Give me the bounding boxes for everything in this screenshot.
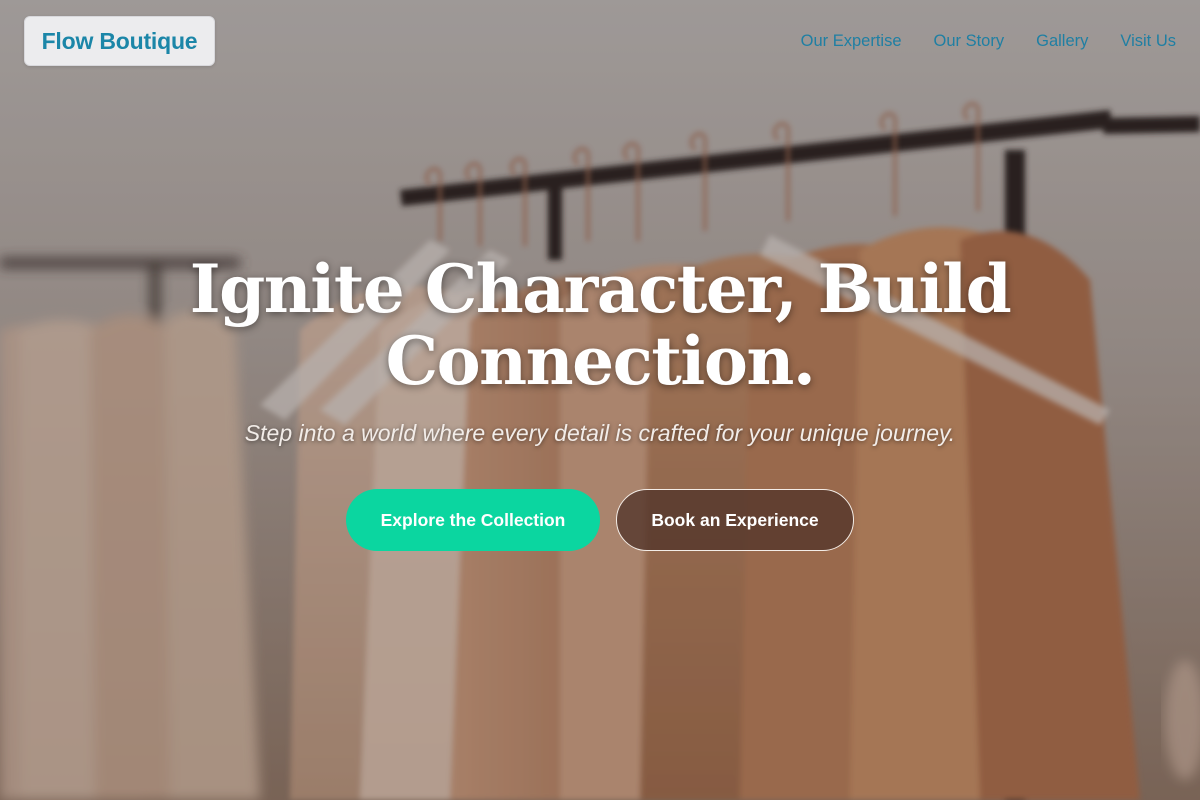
nav-link-our-story[interactable]: Our Story: [934, 31, 1005, 51]
hero-background-image: [0, 0, 1200, 800]
main-nav: Our Expertise Our Story Gallery Visit Us: [801, 31, 1176, 51]
nav-link-gallery[interactable]: Gallery: [1036, 31, 1088, 51]
background-dim-overlay: [0, 0, 1200, 800]
hero-title: Ignite Character, Build Connection.: [189, 250, 1012, 400]
hero-subtitle: Step into a world where every detail is …: [244, 420, 956, 446]
brand-logo-button[interactable]: Flow Boutique: [24, 16, 215, 66]
nav-link-our-expertise[interactable]: Our Expertise: [801, 31, 902, 51]
book-experience-button[interactable]: Book an Experience: [616, 489, 854, 551]
explore-collection-button[interactable]: Explore the Collection: [346, 489, 600, 551]
nav-link-visit-us[interactable]: Visit Us: [1120, 31, 1176, 51]
